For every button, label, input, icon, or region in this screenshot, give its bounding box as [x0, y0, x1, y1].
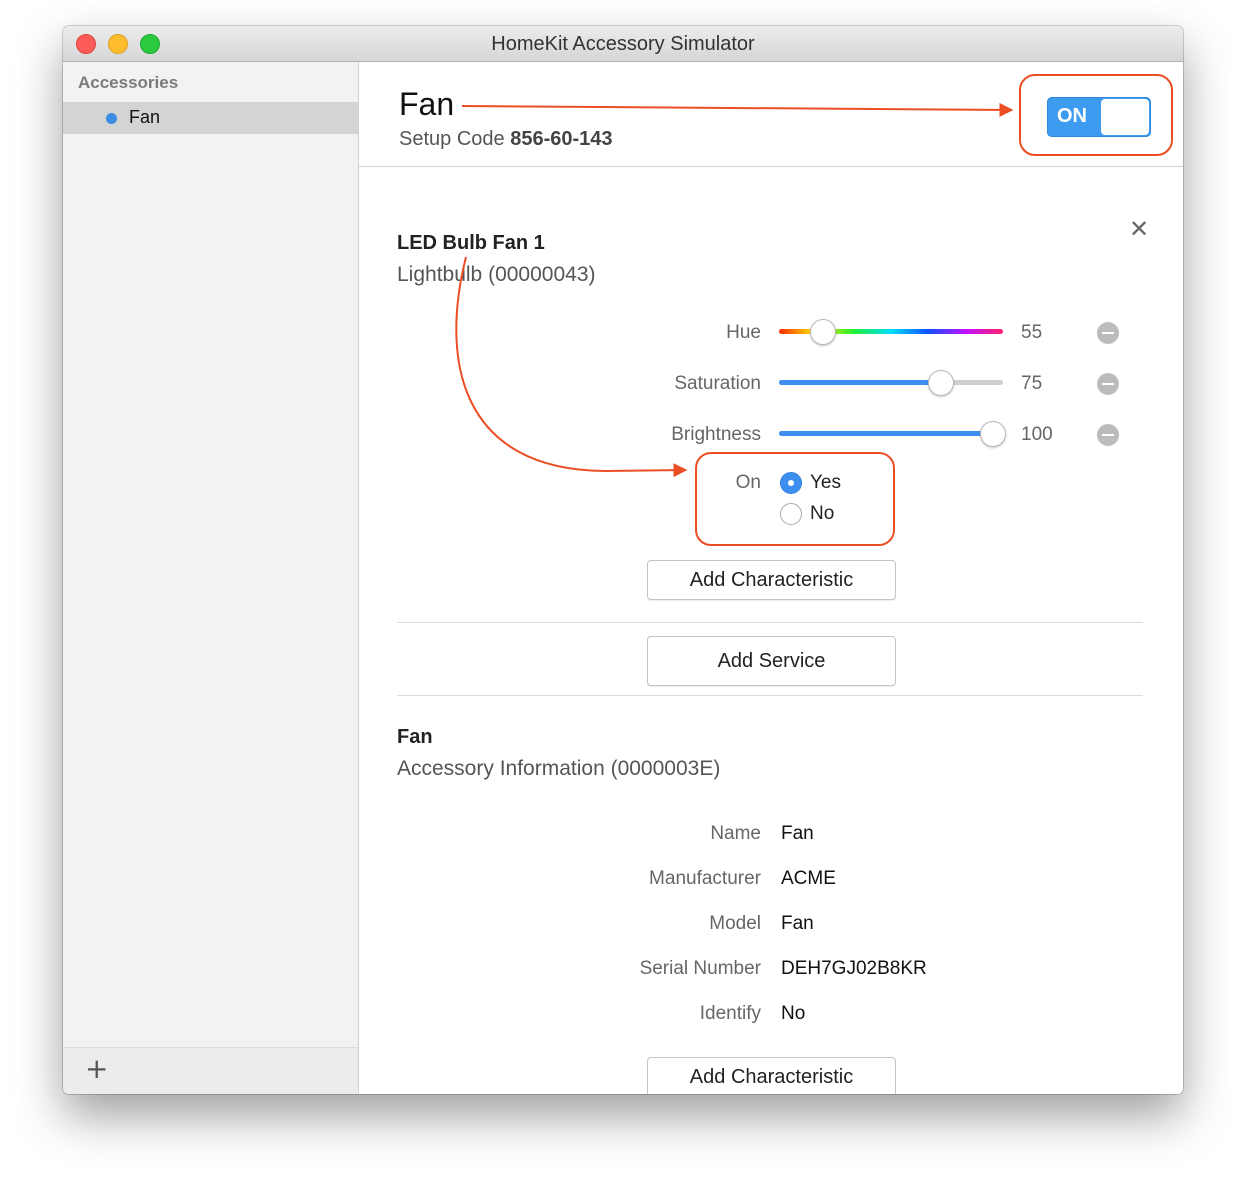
hue-label: Hue	[726, 322, 761, 343]
remove-saturation-button[interactable]	[1097, 373, 1119, 395]
brightness-slider[interactable]	[779, 421, 1006, 447]
remove-brightness-button[interactable]	[1097, 424, 1119, 446]
saturation-fill	[779, 380, 941, 385]
plus-icon[interactable]: +	[85, 1054, 108, 1084]
divider	[397, 622, 1143, 623]
add-characteristic-button[interactable]: Add Characteristic	[647, 560, 896, 600]
setup-code: Setup Code 856-60-143	[399, 128, 613, 151]
service-name: Fan	[397, 726, 433, 748]
sidebar-header: Accessories	[78, 73, 179, 92]
service-type: Accessory Information (0000003E)	[397, 757, 721, 780]
info-label-name: Name	[710, 823, 761, 844]
brightness-label: Brightness	[671, 424, 761, 445]
divider	[397, 695, 1143, 696]
title-bar: HomeKit Accessory Simulator	[63, 26, 1183, 62]
info-value-serial-number: DEH7GJ02B8KR	[781, 958, 927, 979]
sidebar-item-label: Fan	[129, 107, 161, 127]
saturation-label: Saturation	[674, 373, 761, 394]
window-title: HomeKit Accessory Simulator	[491, 33, 755, 55]
service-type: Lightbulb (00000043)	[397, 263, 596, 286]
saturation-slider-knob[interactable]	[928, 370, 955, 396]
brightness-fill	[779, 431, 992, 436]
setup-code-value: 856-60-143	[510, 128, 613, 150]
info-value-identify: No	[781, 1003, 806, 1024]
brightness-slider-knob[interactable]	[979, 421, 1006, 447]
add-characteristic-button[interactable]: Add Characteristic	[647, 1057, 896, 1094]
sidebar-footer: +	[63, 1047, 358, 1094]
on-callout-box	[695, 452, 895, 546]
info-value-manufacturer: ACME	[781, 868, 836, 889]
hue-slider-knob[interactable]	[809, 319, 836, 345]
remove-hue-button[interactable]	[1097, 322, 1119, 344]
sidebar-item-fan[interactable]: Fan	[63, 102, 358, 134]
setup-code-label: Setup Code	[399, 128, 505, 150]
add-service-button[interactable]: Add Service	[647, 636, 896, 686]
info-label-model: Model	[709, 913, 761, 934]
close-icon[interactable]: ✕	[1129, 217, 1149, 241]
info-value-model: Fan	[781, 913, 814, 934]
accessory-header: Fan Setup Code 856-60-143 ON	[359, 62, 1183, 167]
accessory-name: Fan	[399, 86, 455, 122]
service-name: LED Bulb Fan 1	[397, 232, 545, 254]
saturation-slider[interactable]	[779, 370, 1003, 396]
saturation-value: 75	[1021, 373, 1043, 394]
info-label-manufacturer: Manufacturer	[649, 868, 761, 889]
hue-value: 55	[1021, 322, 1043, 343]
hue-slider[interactable]	[779, 319, 1003, 345]
status-dot-icon	[106, 113, 117, 124]
sidebar: Accessories Fan +	[63, 62, 359, 1094]
brightness-value: 100	[1021, 424, 1053, 445]
info-value-name: Fan	[781, 823, 814, 844]
accessory-detail-pane: Fan Setup Code 856-60-143 ON LED Bulb Fa…	[359, 62, 1183, 1094]
info-label-identify: Identify	[699, 1003, 761, 1024]
toggle-callout-box	[1019, 74, 1173, 156]
app-window: HomeKit Accessory Simulator Accessories …	[63, 26, 1183, 1094]
info-label-serial-number: Serial Number	[639, 958, 761, 979]
